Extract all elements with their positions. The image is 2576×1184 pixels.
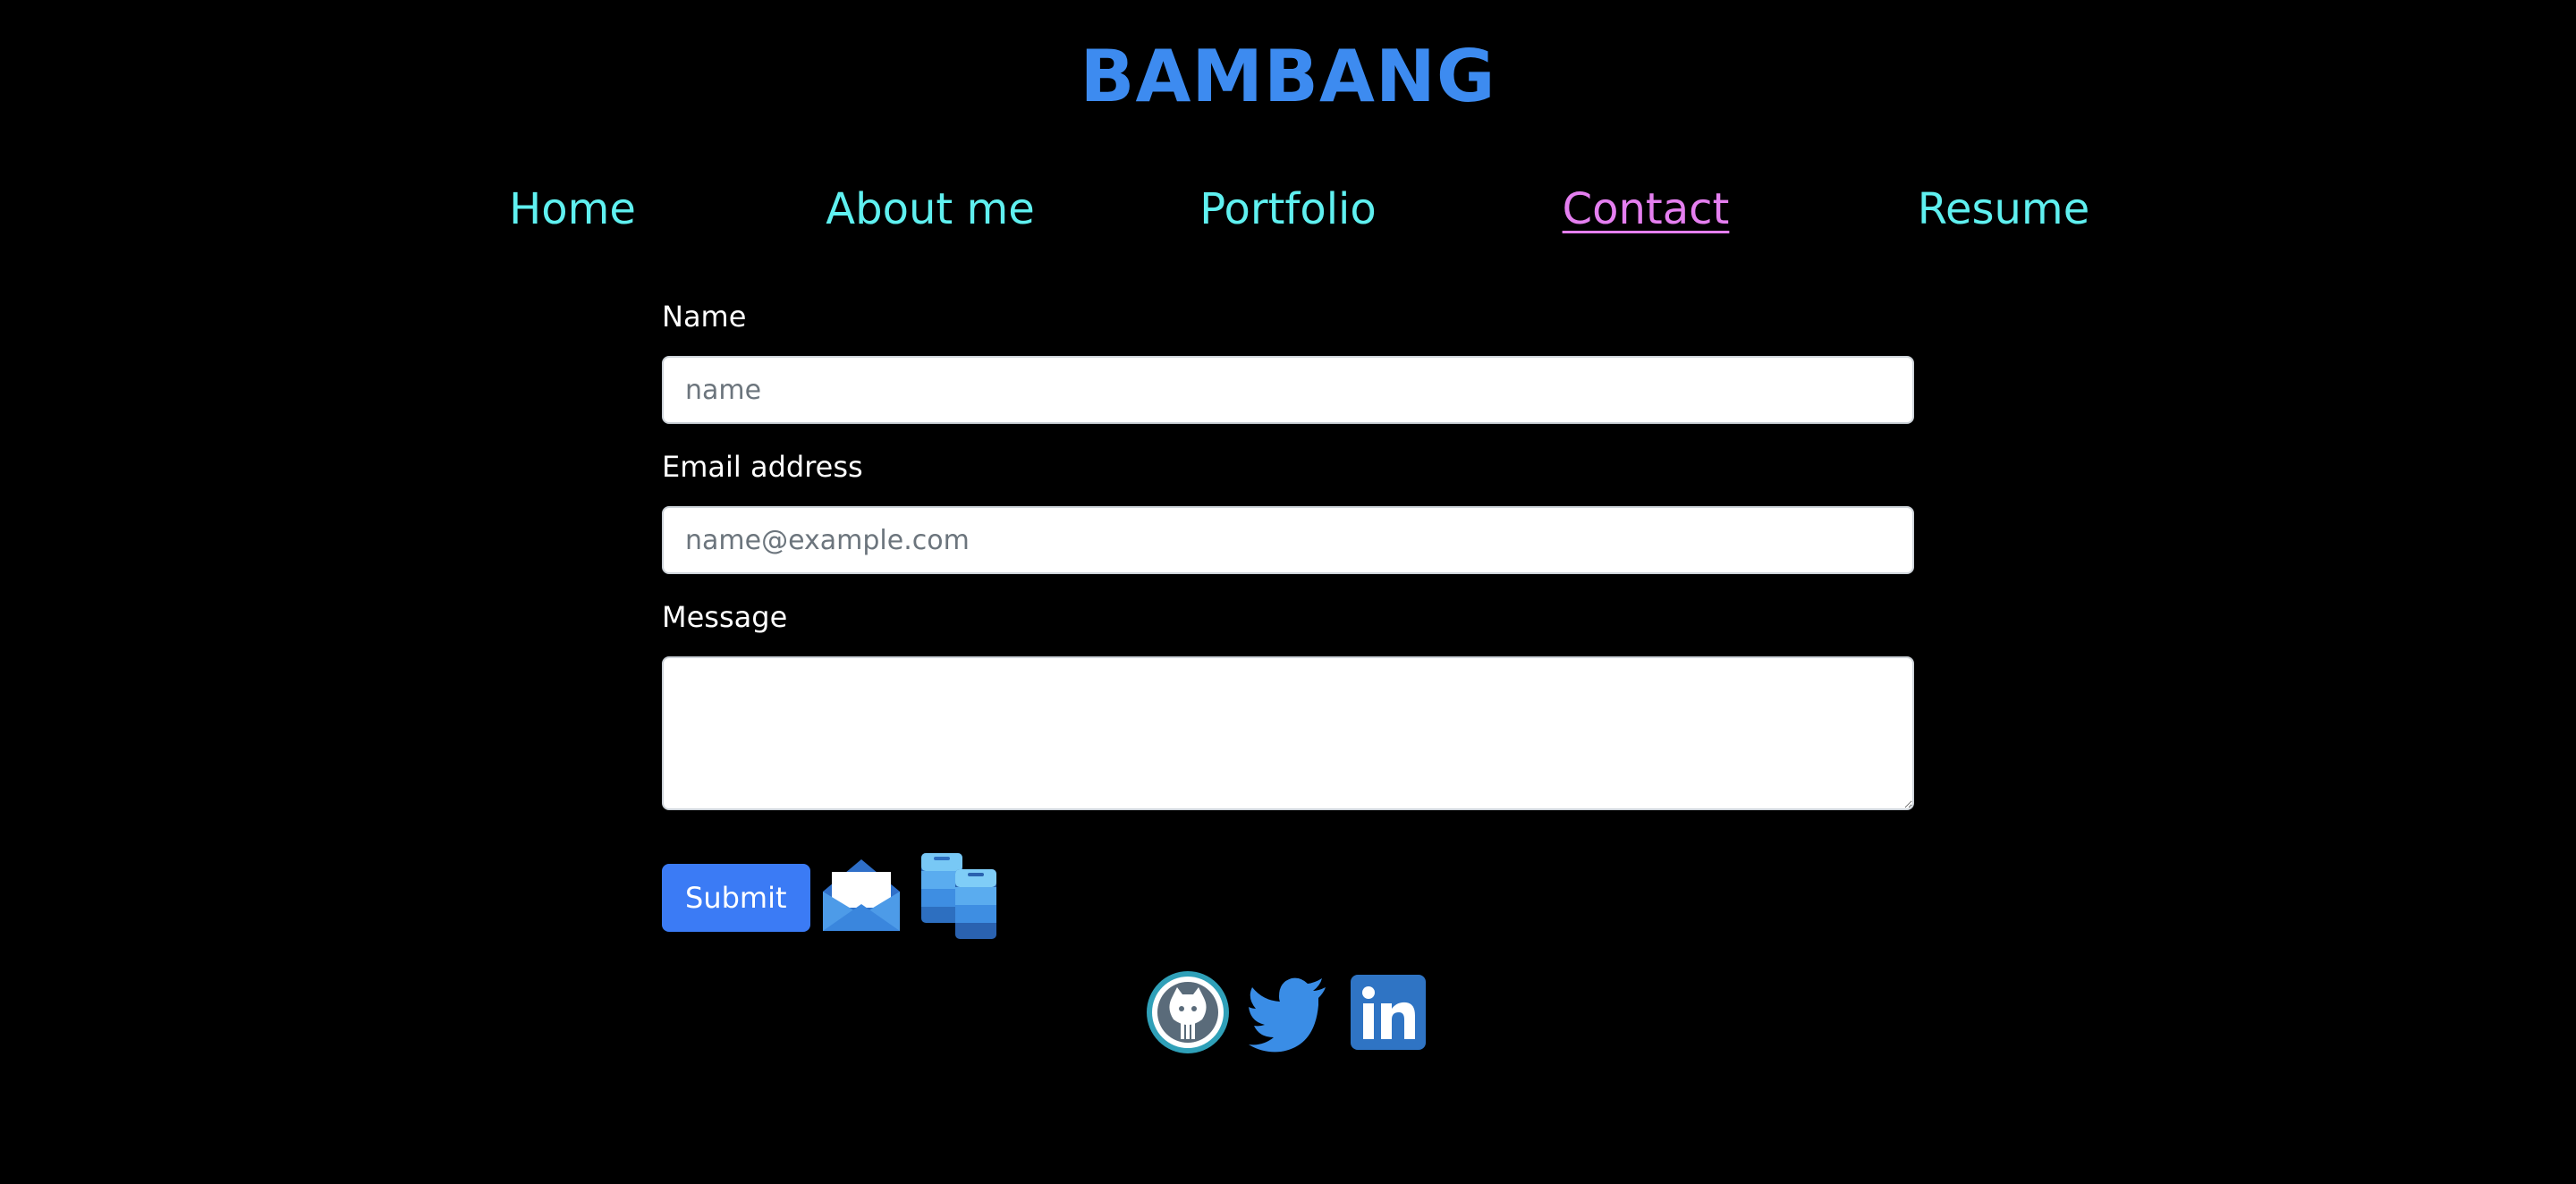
nav-contact-link[interactable]: Contact xyxy=(1563,175,1730,243)
name-label: Name xyxy=(662,300,747,334)
nav-portfolio-link[interactable]: Portfolio xyxy=(1199,175,1376,243)
email-group: Email address xyxy=(662,445,1914,574)
email-input[interactable] xyxy=(662,506,1914,574)
nav-home-link[interactable]: Home xyxy=(509,175,636,243)
nav-about-link[interactable]: About me xyxy=(826,175,1034,243)
phone-icon[interactable] xyxy=(919,851,1000,944)
contact-page: BAMBANG Home About me Portfolio Contact … xyxy=(0,0,2576,1184)
main-nav: Home About me Portfolio Contact Resume xyxy=(0,175,2576,247)
envelope-icon[interactable] xyxy=(819,856,903,940)
nav-resume-link[interactable]: Resume xyxy=(1918,175,2089,243)
name-input[interactable] xyxy=(662,356,1914,424)
contact-form: Name Email address Message xyxy=(662,295,1914,832)
form-actions: Submit xyxy=(662,851,1000,944)
email-label: Email address xyxy=(662,450,863,484)
submit-button[interactable]: Submit xyxy=(662,864,810,932)
message-group: Message xyxy=(662,596,1914,810)
site-title: BAMBANG xyxy=(1080,35,1496,118)
name-group: Name xyxy=(662,295,1914,424)
message-label: Message xyxy=(662,600,788,634)
github-icon[interactable] xyxy=(1143,968,1233,1057)
twitter-icon[interactable] xyxy=(1243,968,1333,1057)
social-links xyxy=(0,968,2576,1057)
linkedin-icon[interactable] xyxy=(1343,968,1433,1057)
message-textarea[interactable] xyxy=(662,656,1914,810)
